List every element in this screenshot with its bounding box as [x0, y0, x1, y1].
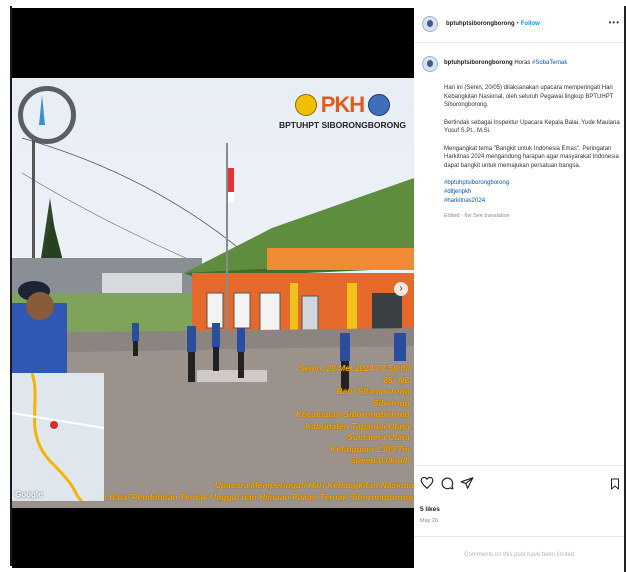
caption-username[interactable]: bptuhptsiborongborong — [444, 60, 513, 66]
ministry-logo — [294, 94, 317, 116]
stamp-line: Ketinggian 1309,7m — [330, 443, 410, 454]
stamp-line: Speed:0.0km/h — [350, 455, 410, 465]
likes-count[interactable]: 5 likes — [420, 506, 440, 513]
pkh-logo-text: PKH — [320, 92, 365, 117]
username-link[interactable]: bptuhptsiborongborong — [446, 21, 515, 27]
caption-head-hashtag[interactable]: #SobaTernak — [532, 60, 567, 66]
caption-avatar[interactable] — [422, 56, 438, 72]
post-panel: bptuhptsiborongborong • Follow ••• bptuh… — [414, 6, 626, 572]
hashtag-link[interactable]: #ditjenpkh — [444, 188, 626, 197]
timestamp-overlay: Senin, 20 Mei 2024 07:58:08 25° NE Batu … — [240, 363, 410, 467]
caption-paragraph: Mengangkat tema "Bangkit untuk Indonesia… — [444, 145, 619, 169]
post-media[interactable]: PKH BPTUHPT SIBORONGBORONG Senin, 20 Mei… — [12, 8, 414, 568]
separator-dot: • — [516, 21, 519, 27]
header-divider — [414, 42, 626, 43]
bookmark-icon[interactable] — [610, 478, 620, 490]
caption-body: Hari ini (Senin, 20/05) dilaksanakan upa… — [444, 84, 626, 221]
post-header: bptuhptsiborongborong • Follow ••• — [414, 6, 626, 42]
heart-icon[interactable] — [420, 476, 434, 490]
follow-button[interactable]: Follow — [521, 21, 540, 27]
comments-limited-notice: Comments on this post have been limited. — [464, 552, 576, 558]
map-thumbnail: Google — [12, 373, 104, 501]
caption-paragraph: Hari ini (Senin, 20/05) dilaksanakan upa… — [444, 85, 614, 108]
more-options-icon[interactable]: ••• — [609, 18, 620, 27]
stamp-line: Senin, 20 Mei 2024 07:58:08 — [298, 363, 410, 373]
bptuhpt-logo — [368, 94, 391, 116]
bottom-divider — [414, 536, 626, 537]
caption-head-text: Horas — [514, 60, 531, 66]
map-label: Google — [15, 490, 43, 499]
edited-label: Edited · 6w — [444, 213, 472, 219]
stamp-line: Kecamatan Siborongborong — [295, 409, 410, 419]
hashtag-link[interactable]: #bptuhptsiborongborong — [444, 179, 626, 188]
avatar[interactable] — [422, 16, 438, 32]
share-icon[interactable] — [460, 476, 474, 490]
brand-name: BPTUHPT SIBORONGBORONG — [278, 120, 406, 130]
stamp-line: Batu Sitampurung — [336, 386, 410, 396]
stamp-line: Kabupaten Tapanuli Utara — [304, 420, 410, 431]
caption-head: bptuhptsiborongborong Horas #SobaTernak — [444, 60, 567, 66]
brand-block: PKH BPTUHPT SIBORONGBORONG — [279, 92, 406, 130]
action-bar — [420, 476, 474, 490]
post-date: May 20 — [420, 518, 439, 524]
actions-divider — [414, 465, 626, 466]
screenshot-frame: PKH BPTUHPT SIBORONGBORONG Senin, 20 Mei… — [0, 0, 626, 572]
hashtag-link[interactable]: #harkitnas2024 — [444, 197, 626, 206]
chevron-right-icon[interactable]: › — [394, 282, 408, 296]
comment-icon[interactable] — [440, 476, 454, 490]
see-translation-link[interactable]: See translation — [473, 213, 510, 219]
compass-icon — [18, 86, 76, 144]
stamp-line: Sumatera Utara — [347, 432, 410, 442]
stamp-line: 25° NE — [382, 374, 410, 385]
caption-meta: Edited · 6w See translation — [444, 212, 626, 221]
stamp-line: Siborong — [372, 397, 410, 408]
caption-paragraph: Bertindak sebagai Inspektur Upacara Kepa… — [444, 119, 620, 135]
